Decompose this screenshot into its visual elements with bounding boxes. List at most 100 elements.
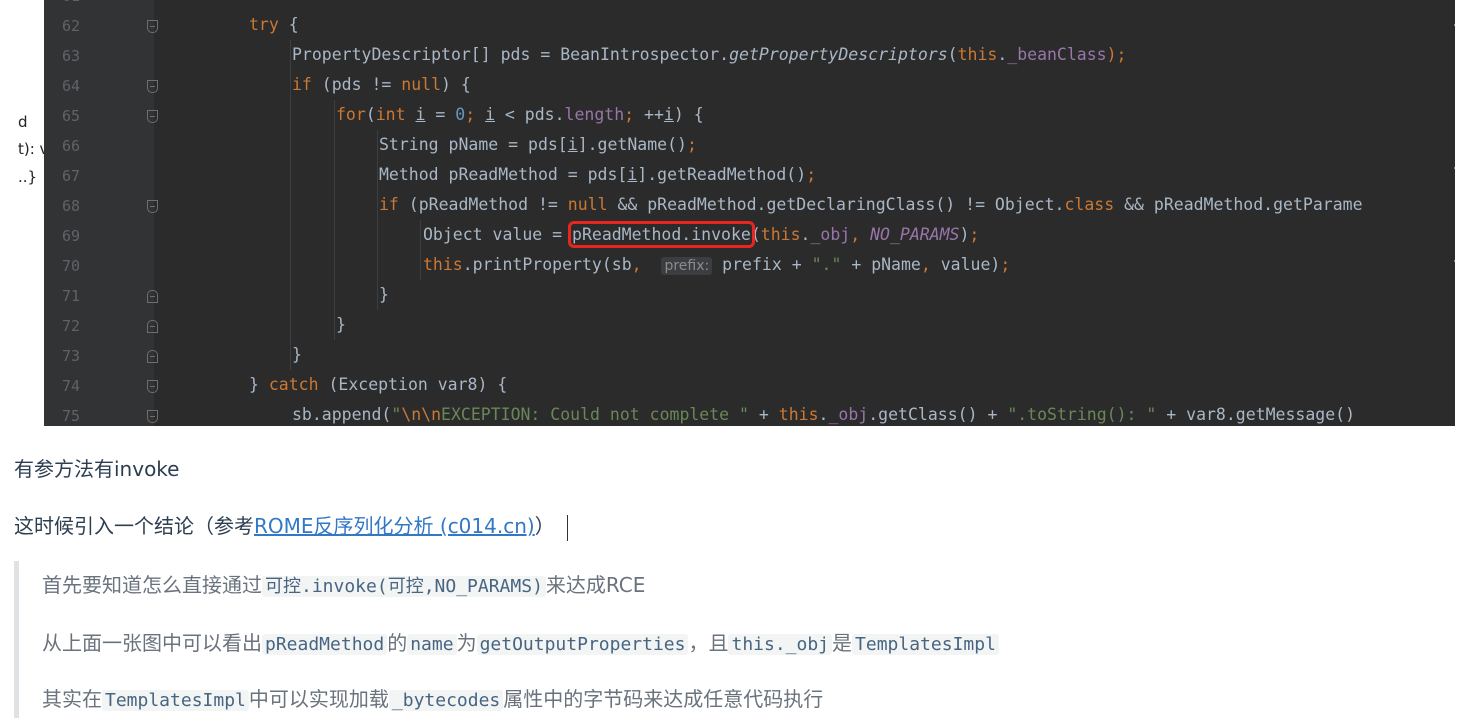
scrollbar-marker (1454, 167, 1455, 169)
fold-expand-icon[interactable] (147, 290, 158, 303)
line-number: 67 (62, 167, 81, 185)
code-token: } (336, 315, 346, 334)
highlighted-invoke-call: pReadMethod.invoke (568, 221, 755, 248)
code-token: ; (465, 105, 486, 124)
code-token: length (564, 105, 625, 124)
code-token: _beanClass (1007, 45, 1107, 64)
fold-collapse-icon[interactable] (147, 20, 158, 33)
code-token: ) { (673, 105, 704, 124)
fold-expand-icon[interactable] (147, 320, 158, 333)
code-token: _obj (828, 405, 869, 424)
inline-code: getOutputProperties (476, 634, 689, 655)
code-token: . (800, 225, 811, 244)
code-token: String pName = pds[ (379, 135, 568, 154)
fold-collapse-icon[interactable] (147, 200, 158, 213)
code-line-73: } (292, 345, 302, 364)
code-line-65: for(int i = 0; i < pds.length; ++i) { (336, 105, 704, 124)
code-token: = (425, 105, 456, 124)
code-token: i (567, 135, 578, 154)
code-token: null (567, 195, 608, 214)
reference-link[interactable]: ROME反序列化分析 (c014.cn) (254, 514, 535, 538)
indent-guide (420, 220, 421, 280)
code-token: ); (1106, 45, 1127, 64)
parameter-hint: prefix: (661, 257, 713, 275)
paragraph-text: 这时候引入一个结论（参考 (14, 514, 254, 538)
line-number: 74 (62, 377, 81, 395)
code-token: null (401, 75, 442, 94)
code-token: for (336, 105, 366, 124)
code-line-71: } (379, 285, 389, 304)
code-token: ].getName() (577, 135, 687, 154)
code-token: . (997, 45, 1008, 64)
code-token: Method pReadMethod = pds[ (379, 165, 628, 184)
code-line-74: } catch (Exception var8) { (249, 375, 507, 394)
quote-text: 来达成RCE (545, 573, 646, 597)
code-line-62: try { (249, 15, 299, 34)
fold-expand-icon[interactable] (147, 350, 158, 363)
side-fragment: ..} (18, 168, 38, 186)
code-token: int (375, 105, 406, 124)
code-token: ; (624, 105, 645, 124)
code-token: } (292, 345, 302, 364)
code-token: ++ (644, 105, 664, 124)
fold-collapse-icon[interactable] (147, 380, 158, 393)
code-token: ; (806, 165, 817, 184)
line-number: 70 (62, 257, 81, 275)
quote-text: ，且 (688, 631, 729, 655)
code-token: . (818, 405, 829, 424)
code-token: getPropertyDescriptors (729, 45, 948, 64)
scrollbar-marker (1454, 24, 1455, 26)
code-token: "." (811, 255, 842, 274)
quote-text: 的 (387, 631, 408, 655)
code-token: , (631, 255, 662, 274)
fold-collapse-icon[interactable] (147, 110, 158, 123)
code-token: this (957, 45, 998, 64)
quote-text: 为 (456, 631, 477, 655)
code-token: (pReadMethod != (398, 195, 568, 214)
code-line-68: if (pReadMethod != null && pReadMethod.g… (379, 195, 1363, 214)
code-line-70: this.printProperty(sb, prefix: prefix + … (423, 255, 1010, 275)
code-token: ( (750, 225, 761, 244)
fold-collapse-icon[interactable] (147, 80, 158, 93)
code-token: ".toString(): " (1007, 405, 1157, 424)
code-token: catch (268, 375, 319, 394)
code-token: if (379, 195, 399, 214)
inline-code: 可控.invoke(可控,NO_PARAMS) (262, 576, 546, 597)
quote-line-1: 首先要知道怎么直接通过 可控.invoke(可控,NO_PARAMS) 来达成RCE (42, 569, 645, 598)
code-token: ].getReadMethod() (637, 165, 807, 184)
line-number: 72 (62, 317, 81, 335)
line-number: 73 (62, 347, 81, 365)
line-number: 68 (62, 197, 81, 215)
code-token: NO_PARAMS (870, 225, 960, 244)
code-editor-screenshot: d t): v ..} 61 62 63 64 65 66 67 68 69 7… (18, 0, 1455, 426)
side-fragment: t): v (18, 140, 44, 158)
code-token: } (379, 285, 389, 304)
code-token: this (778, 405, 819, 424)
code-token: i (415, 105, 426, 124)
code-token: this (423, 255, 463, 274)
code-line-72: } (336, 315, 346, 334)
code-token: ) { (441, 75, 471, 94)
paragraph-invoke: 有参方法有invoke (14, 457, 180, 481)
paragraph-conclusion: 这时候引入一个结论（参考ROME反序列化分析 (c014.cn)） (14, 510, 568, 541)
code-token: i (485, 105, 495, 124)
side-panel-fragment: d t): v ..} (18, 0, 44, 426)
code-line-63: PropertyDescriptor[] pds = BeanIntrospec… (292, 45, 1126, 64)
code-token: \n\n (401, 405, 442, 424)
scrollbar-marker (1454, 260, 1455, 262)
code-token: < pds. (495, 105, 565, 124)
code-token: (pds != (311, 75, 402, 94)
line-number: 61 (62, 0, 102, 5)
code-token: ( (365, 105, 376, 124)
side-fragment: d (18, 113, 28, 131)
line-number: 69 (62, 227, 81, 245)
code-token: { (278, 15, 299, 34)
quote-line-2: 从上面一张图中可以看出 pReadMethod 的 name 为 getOutputPro… (42, 627, 999, 656)
inline-code: pReadMethod (262, 634, 388, 655)
code-token: Object value = (423, 225, 573, 244)
code-token: .printProperty(sb (462, 255, 632, 274)
fold-collapse-icon[interactable] (147, 410, 158, 423)
code-token: 0 (455, 105, 466, 124)
code-token: + (748, 405, 779, 424)
